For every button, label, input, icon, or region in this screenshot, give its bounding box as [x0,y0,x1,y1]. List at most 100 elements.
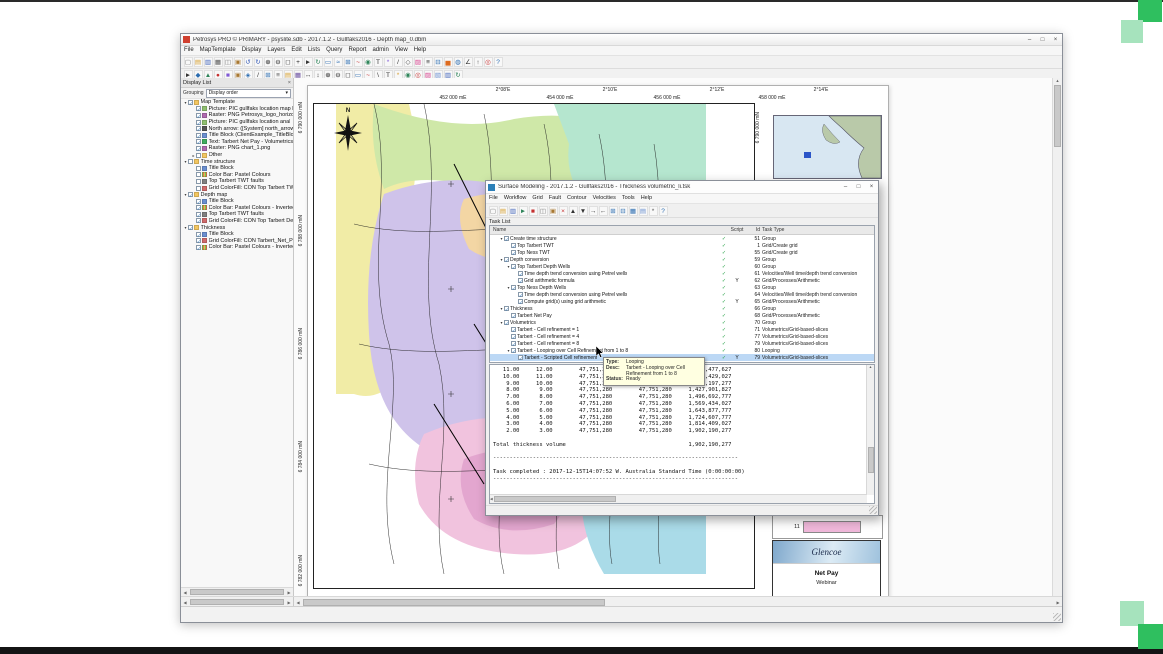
tree-item[interactable]: ✓Grid ColorFill: CON Tarbert_Net_Pay [181,237,293,244]
tree-item[interactable]: ▾✓Map Template [181,99,293,106]
task-save-icon[interactable]: ▥ [509,206,518,216]
close-button[interactable]: × [1049,35,1062,45]
dialog-minimize-button[interactable]: – [839,182,852,192]
task-row[interactable]: ✓Tarbert Net Pay✓68Grid/Processes/Arithm… [490,312,874,319]
tree-item[interactable]: ✓Picture: PIC gullfaks location anal [181,119,293,126]
menu-file[interactable]: File [181,46,197,55]
task-new-icon[interactable]: ▢ [489,206,498,216]
item-checkbox[interactable]: ✓ [196,238,201,243]
symbol-icon[interactable]: * [384,57,393,67]
task-row[interactable]: ▾✓Volumetrics✓70Group [490,319,874,326]
menu-fault[interactable]: Fault [546,194,564,203]
tree-item[interactable]: ✓Top Tarbert TWT faults [181,211,293,218]
menu-workflow[interactable]: Workflow [501,194,530,203]
task-checkbox[interactable]: ✓ [511,348,516,353]
menu-help[interactable]: Help [638,194,655,203]
pin-icon[interactable]: ◎ [484,57,493,67]
tree-item[interactable]: ✓Grid ColorFill: CON Top Tarbert Dept [181,218,293,225]
copy-task-icon[interactable]: ◫ [539,206,548,216]
menu-contour[interactable]: Contour [564,194,590,203]
task-row[interactable]: ✓Tarbert - Cell refinement = 4✓77Volumet… [490,333,874,340]
menu-tools[interactable]: Tools [619,194,638,203]
tree-item[interactable]: ▾✓Depth map [181,191,293,198]
item-checkbox[interactable]: ✓ [196,126,201,131]
item-checkbox[interactable] [196,179,201,184]
tree-item[interactable]: ✓Raster: PNG Petrosys_logo_horizo [181,112,293,119]
menu-maptemplate[interactable]: MapTemplate [197,46,239,55]
task-row[interactable]: ✓Time depth trend conversion using Petre… [490,270,874,277]
new-icon[interactable]: ▢ [184,57,193,67]
tree-item[interactable]: ✓Picture: PIC gullfaks location map la [181,106,293,113]
task-checkbox[interactable]: ✓ [511,327,516,332]
task-open-icon[interactable]: ▤ [499,206,508,216]
table-icon[interactable]: ⊟ [434,57,443,67]
scroll-thumb[interactable] [190,599,284,605]
task-checkbox[interactable]: ✓ [511,313,516,318]
panel-close-icon[interactable]: × [288,80,291,86]
polygon-icon[interactable]: ◇ [404,57,413,67]
scroll-left-icon[interactable]: ◀ [490,497,493,501]
item-checkbox[interactable]: ✓ [188,192,193,197]
tree-item[interactable]: ✓Raster: PNG chart_1.png [181,145,293,152]
task-row[interactable]: ▾✓Tarbert - Looping over Cell Refinement… [490,347,874,354]
copy-icon[interactable]: ◫ [224,57,233,67]
task-checkbox[interactable]: ✓ [504,257,509,262]
report-icon[interactable]: ▤ [639,206,648,216]
task-row[interactable]: ▾✓Create time structure✓51Group [490,235,874,242]
tree-item[interactable]: Top Tarbert TWT faults [181,178,293,185]
item-checkbox[interactable]: ✓ [196,120,201,125]
item-checkbox[interactable] [188,159,193,164]
zoom-in-icon[interactable]: ⊕ [264,57,273,67]
grid-icon[interactable]: ⊞ [344,57,353,67]
scroll-up-icon[interactable]: ▲ [1056,78,1060,83]
tree-item[interactable]: Grid ColorFill: CON Top Tarbert TWT [181,185,293,192]
well-icon[interactable]: ◉ [364,57,373,67]
scroll-left-icon[interactable]: ◀ [294,600,302,605]
layers-icon[interactable]: ≡ [424,57,433,67]
menu-layers[interactable]: Layers [264,46,288,55]
task-row[interactable]: ✓Top Tarbert TWT✓1Grid/Create grid [490,242,874,249]
delete-icon[interactable]: × [559,206,568,216]
tree-item[interactable]: ✓Title Block (ClientExample_TitleBlo [181,132,293,139]
outdent-icon[interactable]: ← [599,206,608,216]
menu-view[interactable]: View [392,46,411,55]
tree-item[interactable]: ✓North arrow: ([System] north_arrow [181,125,293,132]
scroll-thumb[interactable] [868,447,874,473]
fault-icon[interactable]: ~ [354,57,363,67]
task-checkbox[interactable]: ✓ [518,355,523,360]
task-checkbox[interactable]: ✓ [511,264,516,269]
tree-item[interactable]: ✓Text: Tarbert Net Pay - Volumetrics Re [181,139,293,146]
task-checkbox[interactable]: ✓ [511,334,516,339]
scroll-thumb[interactable] [494,496,616,502]
item-checkbox[interactable]: ✓ [196,113,201,118]
item-checkbox[interactable] [196,186,201,191]
contour-icon[interactable]: ≈ [334,57,343,67]
tree-item[interactable]: ▸Other [181,152,293,159]
paste-icon[interactable]: ▣ [234,57,243,67]
zoom-window-icon[interactable]: ◻ [284,57,293,67]
task-row[interactable]: ✓Compute grid(s) using grid arithmetic✓Y… [490,298,874,305]
task-checkbox[interactable]: ✓ [504,320,509,325]
maximize-button[interactable]: □ [1036,35,1049,45]
item-checkbox[interactable]: ✓ [196,218,201,223]
tree-item[interactable]: ▾✓Thickness [181,224,293,231]
open-icon[interactable]: ▤ [194,57,203,67]
item-checkbox[interactable]: ✓ [196,146,201,151]
task-checkbox[interactable]: ✓ [518,271,523,276]
run-icon[interactable]: ► [519,206,528,216]
task-row[interactable]: ✓Tarbert - Cell refinement = 1✓71Volumet… [490,326,874,333]
resize-grip[interactable] [1053,613,1061,621]
item-checkbox[interactable]: ✓ [196,232,201,237]
menu-velocities[interactable]: Velocities [590,194,619,203]
menu-file[interactable]: File [486,194,501,203]
expand-all-icon[interactable]: ⊞ [609,206,618,216]
pan-icon[interactable]: + [294,57,303,67]
map-sheet-icon[interactable]: ▭ [324,57,333,67]
scroll-left-icon[interactable]: ◀ [181,590,189,595]
menu-query[interactable]: Query [323,46,345,55]
task-checkbox[interactable]: ✓ [511,250,516,255]
menu-grid[interactable]: Grid [529,194,545,203]
scroll-right-icon[interactable]: ▶ [1054,600,1062,605]
menu-admin[interactable]: admin [369,46,391,55]
task-checkbox[interactable]: ✓ [518,292,523,297]
